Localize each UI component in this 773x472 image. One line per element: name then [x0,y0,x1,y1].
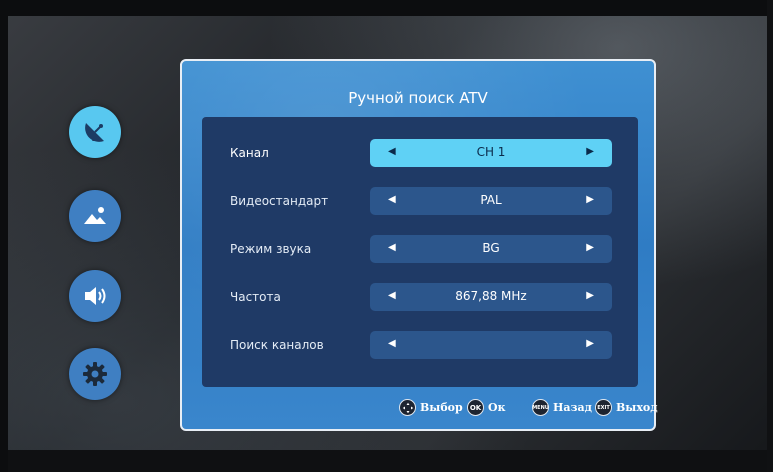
frequency-selector[interactable]: ◀ 867,88 MHz ▶ [370,283,612,311]
arrow-left-icon[interactable]: ◀ [388,194,396,205]
row-value: PAL [480,193,502,207]
sound-mode-selector[interactable]: ◀ BG ▶ [370,235,612,263]
hint-back: MENU Назад [532,399,592,416]
hint-exit: EXIT Выход [595,399,658,416]
picture-icon [84,207,106,224]
hint-label: Ок [488,401,506,414]
screen-bezel-right [767,0,773,472]
arrow-right-icon[interactable]: ▶ [586,290,594,301]
row-video-standard[interactable]: Видеостандарт ◀ PAL ▶ [202,187,638,217]
arrow-right-icon[interactable]: ▶ [586,338,594,349]
screen-bezel-top [0,0,773,16]
hint-label: Выбор [420,401,463,414]
hint-select: Выбор [399,399,463,416]
settings-list: Канал ◀ CH 1 ▶ Видеостандарт ◀ PAL ▶ Реж… [202,117,638,387]
row-label: Канал [230,146,269,160]
row-label: Режим звука [230,242,312,256]
speaker-icon [85,287,106,305]
arrow-left-icon[interactable]: ◀ [388,290,396,301]
gear-icon [83,362,107,386]
arrow-right-icon[interactable]: ▶ [586,242,594,253]
screen-bezel-left [0,0,8,472]
screen-bezel-bottom [0,450,773,472]
arrow-right-icon[interactable]: ▶ [586,194,594,205]
row-sound-mode[interactable]: Режим звука ◀ BG ▶ [202,235,638,265]
sidebar-item-channel[interactable] [69,106,121,158]
menu-button-icon: MENU [532,399,549,416]
row-channel-search[interactable]: Поиск каналов ◀ ▶ [202,331,638,361]
key-hints: Выбор OK Ок MENU Назад EXIT Выход [399,399,658,419]
manual-search-panel: Ручной поиск ATV Канал ◀ CH 1 ▶ Видеоста… [180,59,658,431]
row-label: Частота [230,290,281,304]
row-channel[interactable]: Канал ◀ CH 1 ▶ [202,139,638,169]
row-value: BG [482,241,500,255]
row-value: 867,88 MHz [455,289,527,303]
satellite-dish-icon [85,123,104,142]
panel-title: Ручной поиск ATV [348,89,488,107]
sidebar-item-settings[interactable] [69,348,121,400]
row-frequency[interactable]: Частота ◀ 867,88 MHz ▶ [202,283,638,313]
row-value: CH 1 [476,145,506,159]
dpad-icon [399,399,416,416]
ok-button-icon: OK [467,399,484,416]
sidebar-item-picture[interactable] [69,190,121,242]
hint-label: Назад [553,401,592,414]
exit-button-icon: EXIT [595,399,612,416]
arrow-left-icon[interactable]: ◀ [388,338,396,349]
channel-search-selector[interactable]: ◀ ▶ [370,331,612,359]
arrow-left-icon[interactable]: ◀ [388,242,396,253]
channel-selector[interactable]: ◀ CH 1 ▶ [370,139,612,167]
hint-label: Выход [616,401,658,414]
row-label: Поиск каналов [230,338,324,352]
sidebar-item-sound[interactable] [69,270,121,322]
arrow-right-icon[interactable]: ▶ [586,146,594,157]
video-standard-selector[interactable]: ◀ PAL ▶ [370,187,612,215]
hint-ok: OK Ок [467,399,506,416]
arrow-left-icon[interactable]: ◀ [388,146,396,157]
row-label: Видеостандарт [230,194,329,208]
